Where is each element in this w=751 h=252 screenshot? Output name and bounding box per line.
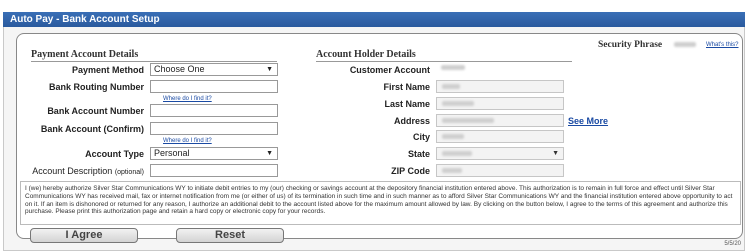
chevron-down-icon: ▼	[266, 150, 273, 157]
agree-button[interactable]: I Agree	[30, 228, 138, 243]
where-find-account-link[interactable]: Where do I find it?	[163, 138, 212, 144]
page-footer-number: 5/5/20	[724, 241, 741, 247]
customer-account-label: Customer Account	[349, 65, 430, 75]
account-number-label: Bank Account Number	[47, 106, 144, 116]
security-phrase-label: Security Phrase	[598, 40, 663, 50]
authorization-text: I (we) hereby authorize Silver Star Comm…	[20, 181, 741, 225]
account-confirm-input[interactable]	[150, 122, 278, 135]
payment-method-label: Payment Method	[71, 65, 144, 75]
optional-tag: (optional)	[114, 169, 144, 176]
account-description-input[interactable]	[150, 164, 278, 177]
city-label: City	[412, 132, 430, 142]
address-label: Address	[393, 116, 430, 126]
see-more-link[interactable]: See More	[568, 116, 608, 126]
first-name-input[interactable]	[436, 80, 564, 93]
payment-method-value: Choose One	[154, 64, 205, 74]
address-input[interactable]	[436, 114, 564, 127]
chevron-down-icon: ▼	[266, 66, 273, 73]
zip-code-input[interactable]	[436, 164, 564, 177]
first-name-label: First Name	[383, 82, 430, 92]
state-label: State	[407, 149, 430, 159]
reset-button[interactable]: Reset	[176, 228, 284, 243]
page-title-bar: Auto Pay - Bank Account Setup	[3, 12, 745, 27]
account-description-label: Account Description (optional)	[20, 166, 144, 176]
account-type-label: Account Type	[85, 149, 144, 159]
last-name-label: Last Name	[384, 99, 430, 109]
payment-method-select[interactable]: Choose One ▼	[150, 63, 278, 76]
chevron-down-icon: ▼	[552, 150, 559, 157]
security-phrase-value	[672, 39, 698, 49]
customer-account-value	[436, 62, 476, 75]
routing-number-label: Bank Routing Number	[48, 82, 144, 92]
last-name-input[interactable]	[436, 97, 564, 110]
whats-this-link[interactable]: What's this?	[706, 42, 739, 48]
account-type-value: Personal	[154, 148, 190, 158]
zip-code-label: ZIP Code	[391, 166, 430, 176]
account-number-input[interactable]	[150, 104, 278, 117]
city-input[interactable]	[436, 130, 564, 143]
page-title: Auto Pay - Bank Account Setup	[10, 14, 160, 25]
state-select[interactable]: ▼	[436, 147, 564, 160]
account-type-select[interactable]: Personal ▼	[150, 147, 278, 160]
routing-number-input[interactable]	[150, 80, 278, 93]
where-find-routing-link[interactable]: Where do I find it?	[163, 96, 212, 102]
account-confirm-label: Bank Account (Confirm)	[40, 124, 144, 134]
payment-section-title: Payment Account Details	[31, 49, 277, 62]
account-description-label-text: Account Description	[32, 166, 113, 176]
holder-section-title: Account Holder Details	[316, 49, 572, 62]
